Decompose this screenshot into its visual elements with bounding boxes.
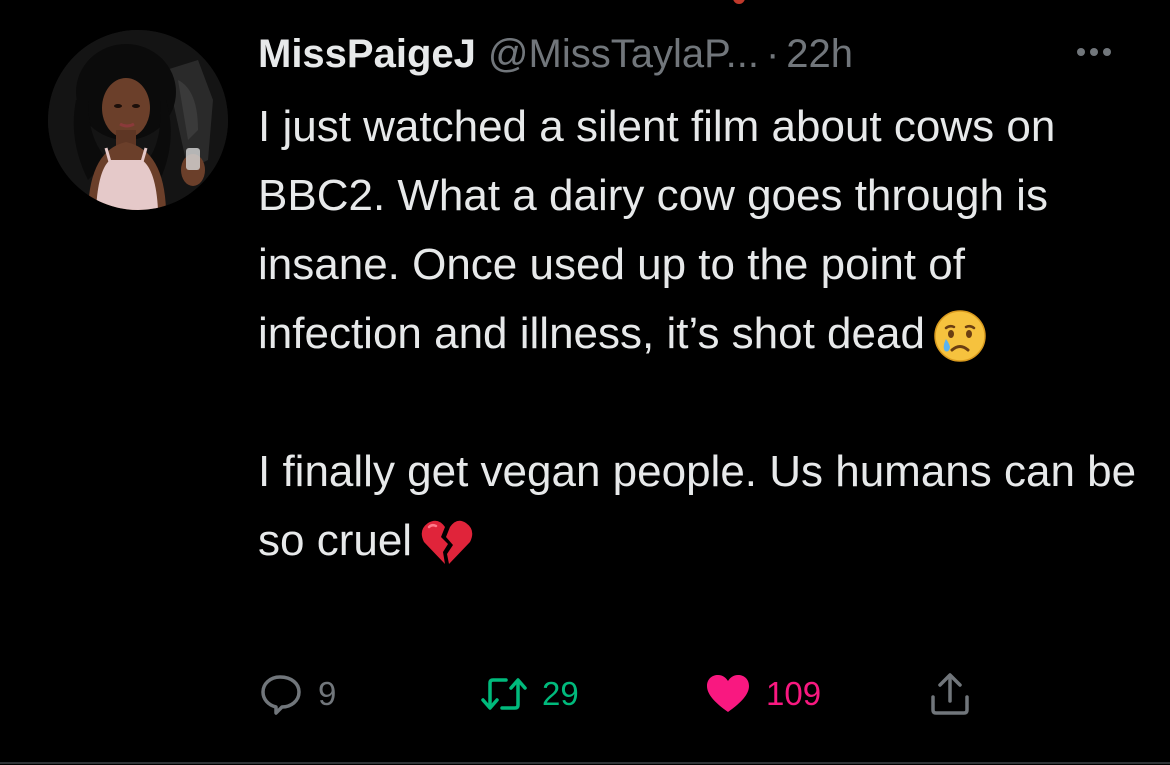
share-icon <box>931 673 969 715</box>
retweet-icon <box>481 678 527 710</box>
profile-photo <box>48 30 228 210</box>
tweet[interactable]: MissPaigeJ @MissTaylaP... · 22h I just w… <box>0 0 1170 765</box>
tweet-paragraph-2: I finally get vegan people. Us humans ca… <box>258 437 1138 575</box>
broken-heart-icon <box>421 521 473 565</box>
more-options-button[interactable] <box>1072 32 1116 72</box>
display-name[interactable]: MissPaigeJ <box>258 32 476 77</box>
tweet-header: MissPaigeJ @MissTaylaP... · 22h <box>258 26 853 82</box>
tweet-divider <box>0 762 1170 764</box>
tweet-paragraph-2-text: I finally get vegan people. Us humans ca… <box>258 447 1137 565</box>
reply-button[interactable]: 9 <box>258 668 336 720</box>
separator-dot: · <box>765 31 780 76</box>
crying-face-emoji <box>933 309 987 363</box>
timestamp[interactable]: 22h <box>786 32 853 77</box>
avatar[interactable] <box>48 30 228 210</box>
reply-count: 9 <box>318 675 337 712</box>
more-horizontal-icon <box>1077 48 1111 56</box>
heart-filled-icon <box>707 675 749 712</box>
share-button[interactable] <box>928 668 972 720</box>
retweet-button[interactable]: 29 <box>480 668 579 720</box>
reply-icon <box>261 675 301 715</box>
tweet-paragraph-1: I just watched a silent film about cows … <box>258 92 1138 368</box>
retweet-count: 29 <box>542 675 579 712</box>
like-button[interactable]: 109 <box>704 668 821 720</box>
tweet-text: I just watched a silent film about cows … <box>258 92 1138 575</box>
tweet-actions: 9 29 109 <box>258 668 1018 720</box>
crying-face-icon <box>934 310 986 363</box>
like-count: 109 <box>766 675 822 712</box>
broken-heart-emoji <box>420 518 474 568</box>
user-handle[interactable]: @MissTaylaP... <box>488 32 759 77</box>
